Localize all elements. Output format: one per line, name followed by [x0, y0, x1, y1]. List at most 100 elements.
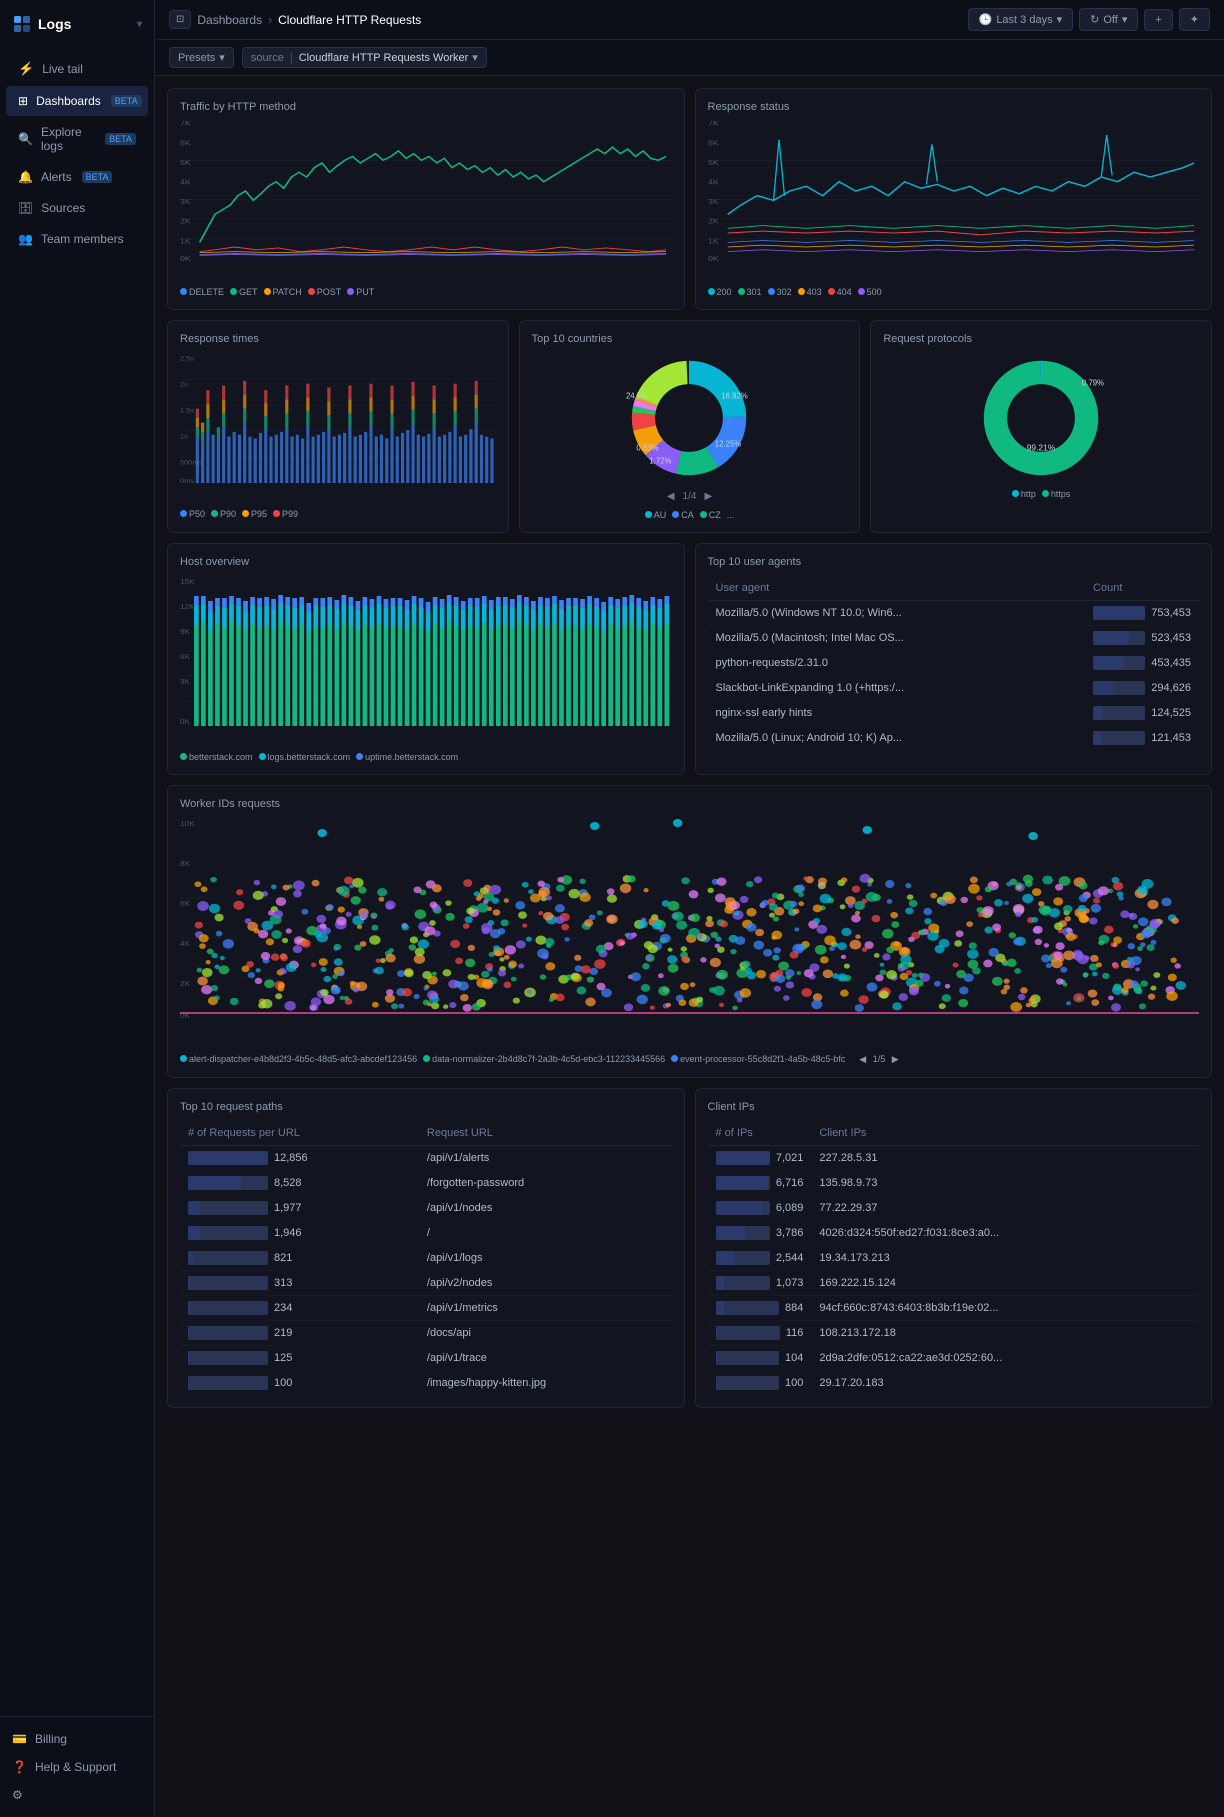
card-title-worker-ids: Worker IDs requests — [180, 798, 1199, 810]
request-url-cell: /api/v1/alerts — [419, 1146, 672, 1171]
response-times-card: Response times 2.5s 2s 1.5s 1s 500ms — [167, 320, 509, 533]
svg-text:15K: 15K — [180, 578, 195, 586]
sidebar-label-dashboards: Dashboards — [36, 94, 101, 108]
svg-text:2.5s: 2.5s — [180, 356, 194, 363]
card-title-traffic: Traffic by HTTP method — [180, 101, 672, 113]
legend-data-normalizer: data-normalizer-2b4d8c7f-2a3b-4c5d-ebc3-… — [423, 1054, 665, 1065]
worker-ids-legend: alert-dispatcher-e4b8d2f3-4b5c-48d5-afc3… — [180, 1054, 1199, 1065]
svg-text:2s: 2s — [180, 382, 188, 389]
filter-bar: Presets ▾ source | Cloudflare HTTP Reque… — [155, 40, 1224, 76]
add-btn[interactable]: + — [1144, 9, 1172, 31]
legend-patch: PATCH — [264, 287, 302, 297]
client-ip-cell: 227.28.5.31 — [811, 1146, 1199, 1171]
off-label: Off — [1103, 14, 1117, 26]
worker-ids-card: Worker IDs requests 10K 8K 6K 4K 2K — [167, 785, 1212, 1078]
sidebar-item-sources[interactable]: 🗄 Sources — [6, 193, 148, 223]
card-title-response-times: Response times — [180, 333, 496, 345]
refresh-btn[interactable]: ↻ Off ▾ — [1079, 8, 1138, 31]
countries-chart-area: 16.92% 24.5% 12.25% 1.72% 0.83% ◀ 1/4 ▶ — [532, 353, 848, 520]
prev-page-worker[interactable]: ◀ — [855, 1054, 870, 1065]
prev-page-btn[interactable]: ◀ — [663, 489, 679, 504]
sidebar-nav: ⚡ Live tail ⊞ Dashboards BETA 🔍 Explore … — [0, 48, 154, 259]
card-title-response-status: Response status — [708, 101, 1200, 113]
request-url-cell: /images/happy-kitten.jpg — [419, 1371, 672, 1396]
svg-text:500ms: 500ms — [180, 460, 203, 467]
sidebar-label-team-members: Team members — [41, 232, 124, 246]
topbar-controls: 🕒 Last 3 days ▾ ↻ Off ▾ + ✦ — [968, 8, 1210, 31]
request-paths-table: # of Requests per URL Request URL 12,856… — [180, 1121, 672, 1395]
svg-text:0K: 0K — [180, 718, 190, 726]
table-row: 313 /api/v2/nodes — [180, 1271, 672, 1296]
breadcrumb-parent[interactable]: Dashboards — [197, 13, 262, 27]
sidebar-label-billing: Billing — [35, 1732, 67, 1746]
sidebar-label-live-tail: Live tail — [42, 62, 83, 76]
legend-http: http — [1012, 489, 1036, 499]
col-user-agent: User agent — [708, 576, 1086, 601]
request-count-cell: 234 — [180, 1296, 419, 1321]
next-page-btn[interactable]: ▶ — [700, 489, 716, 504]
request-url-cell: /api/v1/logs — [419, 1246, 672, 1271]
legend-p50: P50 — [180, 509, 205, 519]
legend-get: GET — [230, 287, 258, 297]
search-icon: 🔍 — [18, 132, 33, 146]
next-page-worker[interactable]: ▶ — [888, 1054, 903, 1065]
sidebar-item-live-tail[interactable]: ⚡ Live tail — [6, 53, 148, 85]
sidebar-item-help-support[interactable]: ❓ Help & Support — [0, 1753, 154, 1781]
request-protocols-card: Request protocols 0.79% 99.21% — [870, 320, 1212, 533]
client-ip-cell: 77.22.29.37 — [811, 1196, 1199, 1221]
sidebar-item-dashboards[interactable]: ⊞ Dashboards BETA — [6, 86, 148, 116]
svg-text:6K: 6K — [180, 139, 191, 147]
countries-donut: 16.92% 24.5% 12.25% 1.72% 0.83% — [624, 353, 754, 483]
activity-icon: ⚡ — [18, 61, 34, 77]
request-count-cell: 8,528 — [180, 1171, 419, 1196]
ip-count-cell: 2,544 — [708, 1246, 812, 1271]
row-1: Traffic by HTTP method 7K — [167, 88, 1212, 310]
row-3: Host overview 15K 12K 9K 6K 3 — [167, 543, 1212, 775]
chevron-down-icon: ▾ — [1057, 13, 1063, 26]
legend-p95: P95 — [242, 509, 267, 519]
user-agent-cell: nginx-ssl early hints — [708, 701, 1086, 726]
presets-dropdown[interactable]: Presets ▾ — [169, 47, 234, 68]
refresh-icon: ↻ — [1090, 13, 1099, 26]
ip-count-cell: 6,089 — [708, 1196, 812, 1221]
sidebar-item-team-members[interactable]: 👥 Team members — [6, 224, 148, 254]
table-row: 219 /docs/api — [180, 1321, 672, 1346]
traffic-legend: DELETE GET PATCH POST PUT — [180, 287, 672, 297]
count-cell: 453,435 — [1085, 651, 1199, 676]
svg-text:5K: 5K — [708, 158, 719, 166]
sidebar-item-alerts[interactable]: 🔔 Alerts BETA — [6, 162, 148, 192]
traffic-chart: 7K 6K 5K 4K 3K 2K 1K 0K — [180, 121, 672, 281]
col-client-ips: Client IPs — [811, 1121, 1199, 1146]
ip-count-cell: 6,716 — [708, 1171, 812, 1196]
sidebar-item-billing[interactable]: 💳 Billing — [0, 1725, 154, 1753]
sidebar-item-explore-logs[interactable]: 🔍 Explore logs BETA — [6, 117, 148, 161]
table-row: 6,089 77.22.29.37 — [708, 1196, 1200, 1221]
legend-https: https — [1042, 489, 1071, 499]
svg-text:1K: 1K — [180, 237, 191, 245]
more-btn[interactable]: ✦ — [1179, 8, 1210, 31]
legend-more: ... — [727, 510, 735, 520]
request-count-cell: 1,977 — [180, 1196, 419, 1221]
credit-card-icon: 💳 — [12, 1732, 27, 1746]
ip-count-cell: 100 — [708, 1371, 812, 1396]
legend-500: 500 — [858, 287, 882, 297]
legend-au: AU — [645, 510, 667, 520]
host-overview-chart: 15K 12K 9K 6K 3K 0K — [180, 576, 672, 746]
legend-p90: P90 — [211, 509, 236, 519]
host-overview-card: Host overview 15K 12K 9K 6K 3 — [167, 543, 685, 775]
time-range-btn[interactable]: 🕒 Last 3 days ▾ — [968, 8, 1074, 31]
svg-text:8K: 8K — [180, 860, 191, 868]
svg-text:6K: 6K — [180, 900, 191, 908]
card-title-user-agents: Top 10 user agents — [708, 556, 1200, 568]
sidebar-label-alerts: Alerts — [41, 170, 72, 184]
request-url-cell: /api/v2/nodes — [419, 1271, 672, 1296]
client-ip-cell: 135.98.9.73 — [811, 1171, 1199, 1196]
logo-chevron[interactable]: ▾ — [137, 19, 142, 30]
svg-text:0.79%: 0.79% — [1082, 379, 1104, 388]
source-filter[interactable]: source | Cloudflare HTTP Requests Worker… — [242, 47, 487, 68]
svg-text:16.92%: 16.92% — [722, 392, 749, 401]
ip-count-cell: 7,021 — [708, 1146, 812, 1171]
request-count-cell: 125 — [180, 1346, 419, 1371]
col-count: Count — [1085, 576, 1199, 601]
sidebar-item-settings[interactable]: ⚙ — [0, 1781, 154, 1809]
